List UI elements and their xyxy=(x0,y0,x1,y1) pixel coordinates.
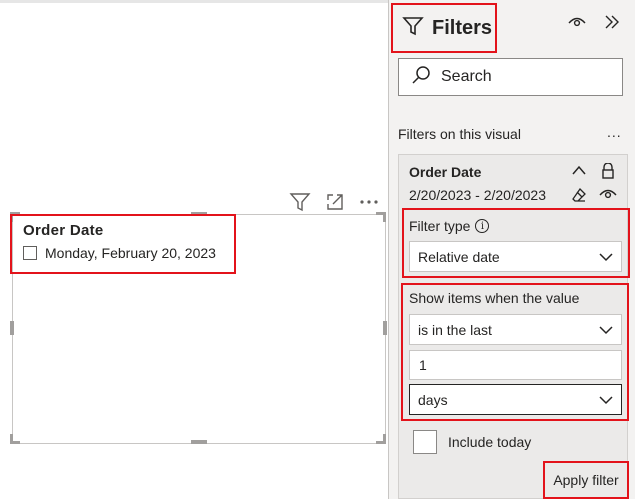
eye-icon[interactable] xyxy=(599,187,617,208)
filter-card-summary: 2/20/2023 - 2/20/2023 xyxy=(409,187,547,203)
filter-card-title[interactable]: Order Date xyxy=(409,164,481,180)
more-options-icon[interactable] xyxy=(359,198,379,206)
resize-handle-left-mid[interactable] xyxy=(10,321,14,335)
resize-handle-bottom-mid[interactable] xyxy=(191,440,207,444)
unit-dropdown[interactable]: days xyxy=(409,384,622,415)
info-icon[interactable]: i xyxy=(475,219,490,233)
lock-icon[interactable] xyxy=(601,162,615,184)
include-today-checkbox[interactable] xyxy=(413,430,437,454)
slicer-title: Order Date xyxy=(23,222,104,239)
amount-input[interactable]: 1 xyxy=(409,350,622,380)
focus-mode-icon[interactable] xyxy=(325,192,345,212)
filter-type-value: Relative date xyxy=(418,248,500,265)
include-today-label: Include today xyxy=(448,434,532,450)
resize-handle-top-right-v[interactable] xyxy=(383,212,386,222)
operator-value: is in the last xyxy=(418,321,492,338)
eraser-icon[interactable] xyxy=(571,187,587,208)
pane-header-actions xyxy=(568,14,620,35)
resize-handle-bottom-left-v[interactable] xyxy=(10,434,13,444)
operator-dropdown[interactable]: is in the last xyxy=(409,314,622,345)
apply-filter-button[interactable]: Apply filter xyxy=(543,461,629,499)
card-actions-top xyxy=(571,162,615,184)
more-options-icon[interactable]: ... xyxy=(607,124,622,140)
filter-icon[interactable] xyxy=(289,192,311,212)
include-today-row[interactable]: Include today xyxy=(413,430,531,454)
filter-type-dropdown[interactable]: Relative date xyxy=(409,241,622,272)
section-label: Filters on this visual xyxy=(398,126,521,142)
chevron-down-icon xyxy=(599,392,613,408)
resize-handle-right-mid[interactable] xyxy=(383,321,387,335)
filter-type-label: Filter type xyxy=(409,218,471,234)
filter-icon xyxy=(402,15,424,42)
visual-header xyxy=(289,192,379,212)
chevron-down-icon xyxy=(599,249,613,265)
unit-value: days xyxy=(418,391,448,408)
card-actions-bottom xyxy=(571,187,617,208)
chevron-up-icon[interactable] xyxy=(571,163,587,184)
search-input[interactable]: Search xyxy=(398,58,623,96)
filters-pane-header: Filters xyxy=(391,3,497,53)
search-icon xyxy=(411,65,431,90)
search-placeholder: Search xyxy=(441,68,492,85)
filters-pane-title: Filters xyxy=(432,16,493,39)
filter-type-label-row: Filter type i xyxy=(409,218,490,234)
show-items-label: Show items when the value xyxy=(409,290,580,306)
slicer-checkbox[interactable] xyxy=(23,246,37,260)
slicer-item-label: Monday, February 20, 2023 xyxy=(45,245,216,261)
resize-handle-bottom-right-v[interactable] xyxy=(383,434,386,444)
slicer-content: Order Date Monday, February 20, 2023 xyxy=(10,214,236,274)
eye-icon[interactable] xyxy=(568,15,586,34)
collapse-pane-icon[interactable] xyxy=(604,14,620,35)
chevron-down-icon xyxy=(599,322,613,338)
slicer-item[interactable]: Monday, February 20, 2023 xyxy=(23,245,234,261)
amount-value: 1 xyxy=(419,357,427,373)
